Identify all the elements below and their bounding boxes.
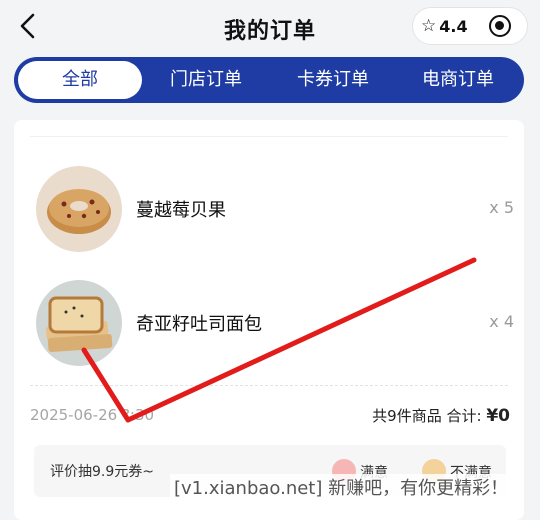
order-date: 2025-06-26 ?:30 (30, 406, 155, 424)
tab-store-orders[interactable]: 门店订单 (144, 57, 268, 103)
tab-all[interactable]: 全部 (18, 61, 142, 99)
product-quantity: x 4 (489, 312, 514, 331)
product-image-bagel (36, 166, 122, 252)
watermark-text: [v1.xianbao.net] 新赚吧，有你更精彩！ (170, 474, 513, 500)
tab-ecommerce-orders[interactable]: 电商订单 (398, 57, 518, 103)
product-image-toast (36, 280, 122, 366)
order-card[interactable]: 蔓越莓贝果 x 5 奇亚籽吐司面包 x 4 2025-06-26 ?:30 共9… (14, 120, 524, 520)
product-name: 奇亚籽吐司面包 (136, 314, 262, 335)
dashed-divider (30, 385, 508, 386)
divider (30, 136, 508, 137)
order-item[interactable]: 奇亚籽吐司面包 x 4 (36, 280, 514, 370)
mini-program-capsule: ☆ 4.4 (412, 7, 528, 45)
rating-value: 4.4 (439, 16, 468, 36)
product-name: 蔓越莓贝果 (136, 200, 226, 221)
rating-button[interactable]: ☆ 4.4 (421, 16, 468, 36)
summary-total: ¥0 (486, 406, 510, 426)
order-tabs: 全部 门店订单 卡券订单 电商订单 (14, 57, 524, 103)
star-icon: ☆ (421, 16, 437, 36)
evaluation-prompt: 评价抽9.9元券~ (50, 464, 154, 480)
product-quantity: x 5 (489, 198, 514, 217)
order-summary: 共9件商品 合计: ¥0 (372, 405, 510, 426)
close-target-icon[interactable] (489, 15, 511, 37)
top-bar: 我的订单 ☆ 4.4 (0, 0, 540, 52)
order-item[interactable]: 蔓越莓贝果 x 5 (36, 166, 514, 256)
summary-count: 共9件商品 合计: (372, 407, 482, 425)
tab-coupon-orders[interactable]: 卡券订单 (268, 57, 398, 103)
